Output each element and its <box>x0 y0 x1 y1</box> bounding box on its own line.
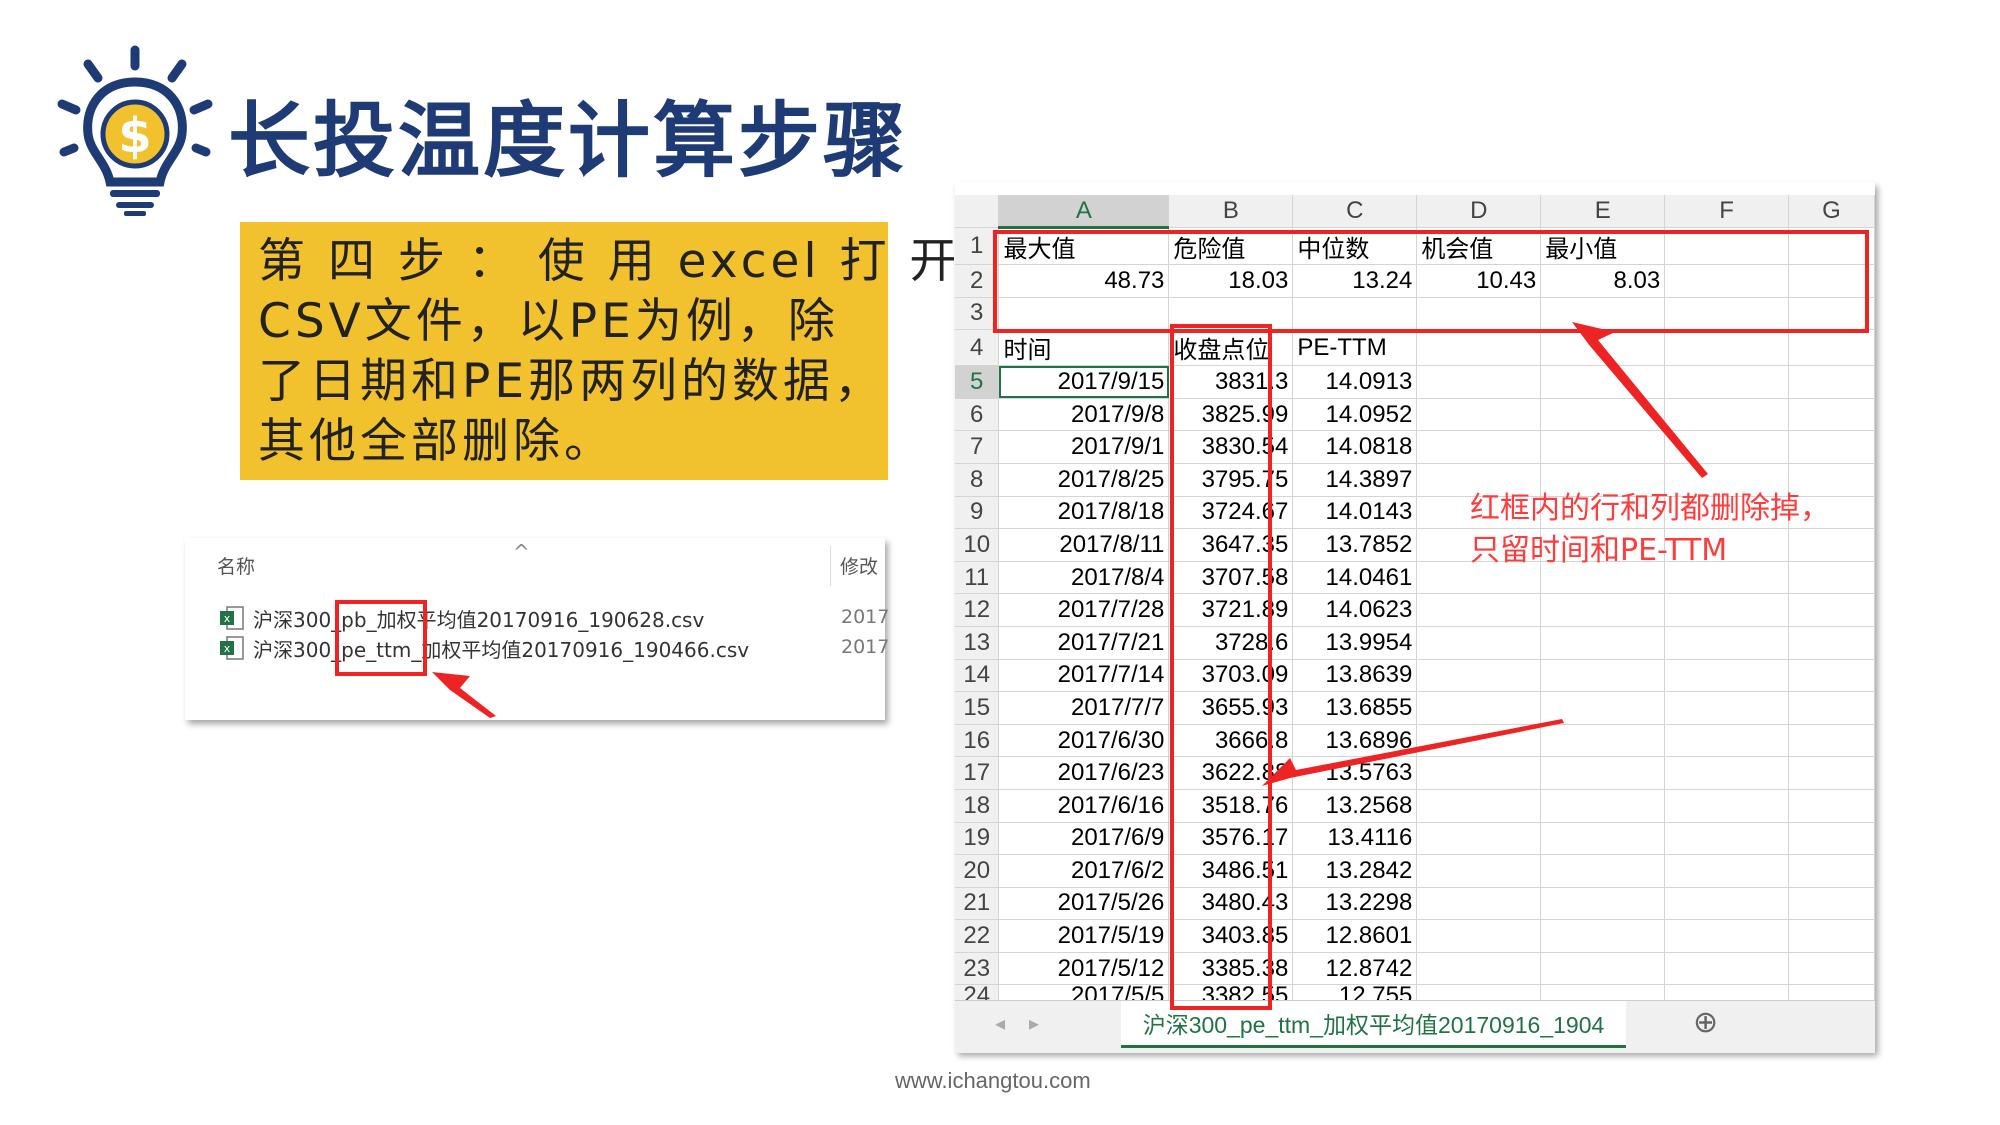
footer-url: www.ichangtou.com <box>895 1068 1091 1093</box>
arrows-layer <box>432 322 1708 786</box>
arrow-to-column-b-icon <box>1262 719 1564 786</box>
arrow-to-top-rows-icon <box>1572 322 1708 478</box>
arrow-to-filename-icon <box>432 672 496 718</box>
